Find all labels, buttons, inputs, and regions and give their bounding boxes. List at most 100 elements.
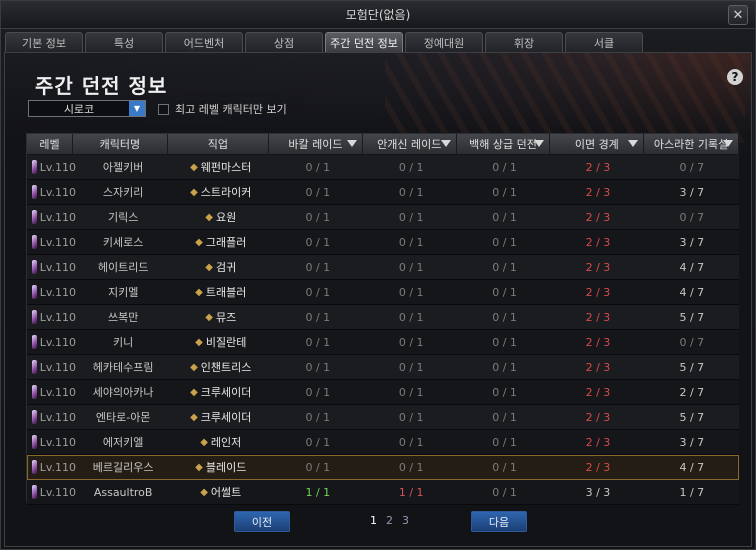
- chevron-down-icon[interactable]: ▼: [129, 101, 145, 116]
- table-row[interactable]: Lv.110 세야의아카나 ◆ 크루세이더 0 / 1 0 / 1 0 / 1 2 / 3 2 …: [27, 380, 739, 405]
- table-row[interactable]: Lv.110 키세로스 ◆ 그래플러 0 / 1 0 / 1 0 / 1 2 / 3 3 / 7: [27, 230, 739, 255]
- character-name-cell: 지키멜: [107, 286, 139, 299]
- dungeon-progress-cell: 0 / 1: [305, 435, 331, 449]
- dungeon-progress-cell: 0 / 1: [398, 210, 424, 224]
- column-header-6[interactable]: 백해 상급 던전: [456, 134, 551, 154]
- next-page-button[interactable]: 다음: [471, 511, 527, 532]
- table-row[interactable]: Lv.110 헤카테수프림 ◆ 인챈트리스 0 / 1 0 / 1 0 / 1 2 / 3 5 …: [27, 355, 739, 380]
- page-number[interactable]: 3: [402, 514, 409, 527]
- table-row[interactable]: Lv.110 지키멜 ◆ 트래블러 0 / 1 0 / 1 0 / 1 2 / 3 4 / 7: [27, 280, 739, 305]
- level-cell: Lv.110: [27, 155, 76, 180]
- page-number[interactable]: 1: [370, 514, 377, 527]
- dungeon-progress-cell: 3 / 3: [585, 485, 611, 499]
- table-row[interactable]: Lv.110 AssaultroB ◆ 어썰트 1 / 1 1 / 1 0 / 1 3 / 3…: [27, 480, 739, 505]
- dungeon-progress-cell: 0 / 1: [398, 360, 424, 374]
- dungeon-progress-cell: 2 / 3: [585, 335, 611, 349]
- character-name-cell: 헤이트리드: [97, 261, 149, 274]
- column-header-5[interactable]: 안개신 레이드: [362, 134, 457, 154]
- column-header-8[interactable]: 아스라한 기록실: [644, 134, 739, 154]
- dungeon-progress-cell: 0 / 1: [492, 185, 517, 199]
- job-cell: ◆ 블레이드: [170, 455, 271, 480]
- job-emblem-icon: ◆: [205, 211, 213, 223]
- job-text: 요원: [215, 211, 237, 224]
- dungeon-progress-cell: 0 / 1: [398, 185, 424, 199]
- job-text: 그래플러: [205, 236, 247, 249]
- server-select-value: 시로코: [63, 102, 95, 116]
- dungeon-progress-cell: 2 / 3: [585, 210, 611, 224]
- tab-4[interactable]: 상점: [245, 32, 323, 52]
- character-name-cell: 세야의아카나: [92, 386, 154, 399]
- table-row[interactable]: Lv.110 엔타로-아몬 ◆ 크루세이더 0 / 1 0 / 1 0 / 1 2 / 3 5 …: [27, 405, 739, 430]
- sort-icon[interactable]: [628, 140, 639, 147]
- dungeon-progress-cell: 0 / 7: [679, 160, 705, 174]
- sort-icon[interactable]: [440, 140, 451, 147]
- tab-7[interactable]: 휘장: [485, 32, 563, 52]
- column-header-4[interactable]: 바칼 레이드: [269, 134, 363, 154]
- character-name-cell: 헤카테수프림: [92, 361, 154, 374]
- dungeon-progress-cell: 2 / 3: [585, 160, 611, 174]
- column-header-label: 아스라한 기록실: [653, 138, 729, 151]
- table-row[interactable]: Lv.110 기릭스 ◆ 요원 0 / 1 0 / 1 0 / 1 2 / 3 0 / 7: [27, 205, 739, 230]
- prev-page-button[interactable]: 이전: [234, 511, 290, 532]
- column-header-7[interactable]: 이면 경계: [550, 134, 645, 154]
- table-row[interactable]: Lv.110 키니 ◆ 비질란테 0 / 1 0 / 1 0 / 1 2 / 3 0 / 7: [27, 330, 739, 355]
- dungeon-progress-cell: 5 / 7: [679, 360, 705, 374]
- dungeon-progress-cell: 2 / 3: [585, 235, 611, 249]
- dungeon-progress-cell: 4 / 7: [679, 285, 705, 299]
- table-row[interactable]: Lv.110 베르길리우스 ◆ 블레이드 0 / 1 0 / 1 0 / 1 2 / 3 4 /…: [27, 455, 739, 480]
- job-emblem-icon: ◆: [190, 361, 198, 373]
- job-cell: ◆ 요원: [170, 205, 271, 230]
- dungeon-progress-cell: 0 / 1: [305, 360, 331, 374]
- window-title: 모험단(없음): [345, 8, 411, 22]
- banner-background: [385, 53, 745, 143]
- job-emblem-icon: ◆: [205, 261, 213, 273]
- dungeon-progress-cell: 0 / 1: [398, 235, 424, 249]
- sort-icon[interactable]: [346, 140, 357, 147]
- level-cell: Lv.110: [27, 230, 76, 255]
- job-emblem-icon: ◆: [195, 286, 203, 298]
- job-cell: ◆ 크루세이더: [170, 380, 271, 405]
- job-text: 크루세이더: [200, 386, 252, 399]
- character-name-cell: 아젤키버: [102, 161, 144, 174]
- tab-3[interactable]: 어드벤처: [165, 32, 243, 52]
- table-row[interactable]: Lv.110 쓰복만 ◆ 뮤즈 0 / 1 0 / 1 0 / 1 2 / 3 5 / 7: [27, 305, 739, 330]
- dungeon-progress-cell: 0 / 1: [305, 385, 331, 399]
- sort-icon[interactable]: [722, 140, 733, 147]
- window-titlebar[interactable]: 모험단(없음) ✕: [1, 1, 755, 29]
- tab-6[interactable]: 정예대원: [405, 32, 483, 52]
- level-cell: Lv.110: [27, 305, 76, 330]
- character-portrait-icon: [32, 235, 37, 249]
- character-name-cell: 키니: [113, 336, 134, 349]
- job-emblem-icon: ◆: [190, 386, 198, 398]
- table-row[interactable]: Lv.110 에저키엘 ◆ 레인저 0 / 1 0 / 1 0 / 1 2 / 3 3 / 7: [27, 430, 739, 455]
- dungeon-progress-cell: 0 / 1: [492, 435, 517, 449]
- character-portrait-icon: [32, 260, 37, 274]
- table-row[interactable]: Lv.110 아젤키버 ◆ 웨펀마스터 0 / 1 0 / 1 0 / 1 2 / 3 0 / …: [27, 155, 739, 180]
- dungeon-progress-cell: 0 / 1: [305, 460, 331, 474]
- top-level-checkbox[interactable]: [158, 103, 169, 115]
- character-name-cell: 베르길리우스: [92, 461, 154, 474]
- tab-2[interactable]: 특성: [85, 32, 163, 52]
- help-icon[interactable]: ?: [727, 69, 743, 85]
- level-cell: Lv.110: [27, 255, 76, 280]
- level-text: Lv.110: [39, 410, 76, 424]
- job-text: 비질란테: [205, 336, 247, 349]
- sort-icon[interactable]: [534, 140, 545, 147]
- dungeon-progress-cell: 2 / 3: [585, 435, 611, 449]
- top-level-filter[interactable]: 최고 레벨 캐릭터만 보기: [158, 101, 287, 117]
- tab-1[interactable]: 기본 정보: [5, 32, 83, 52]
- tab-5[interactable]: 주간 던전 정보: [325, 32, 403, 52]
- top-level-checkbox-label: 최고 레벨 캐릭터만 보기: [175, 103, 287, 116]
- server-select[interactable]: 시로코 ▼: [28, 100, 146, 117]
- level-text: Lv.110: [39, 360, 76, 374]
- page-number[interactable]: 2: [386, 514, 393, 527]
- table-row[interactable]: Lv.110 스자키리 ◆ 스트라이커 0 / 1 0 / 1 0 / 1 2 / 3 3 / …: [27, 180, 739, 205]
- close-button[interactable]: ✕: [728, 5, 748, 25]
- tab-8[interactable]: 서클: [565, 32, 643, 52]
- dungeon-progress-cell: 0 / 1: [492, 410, 517, 424]
- dungeon-progress-cell: 0 / 1: [398, 310, 424, 324]
- level-cell: Lv.110: [27, 430, 76, 455]
- table-row[interactable]: Lv.110 헤이트리드 ◆ 검귀 0 / 1 0 / 1 0 / 1 2 / 3 4 / 7: [27, 255, 739, 280]
- character-name-cell: 에저키엘: [102, 436, 144, 449]
- dungeon-progress-cell: 0 / 1: [492, 210, 517, 224]
